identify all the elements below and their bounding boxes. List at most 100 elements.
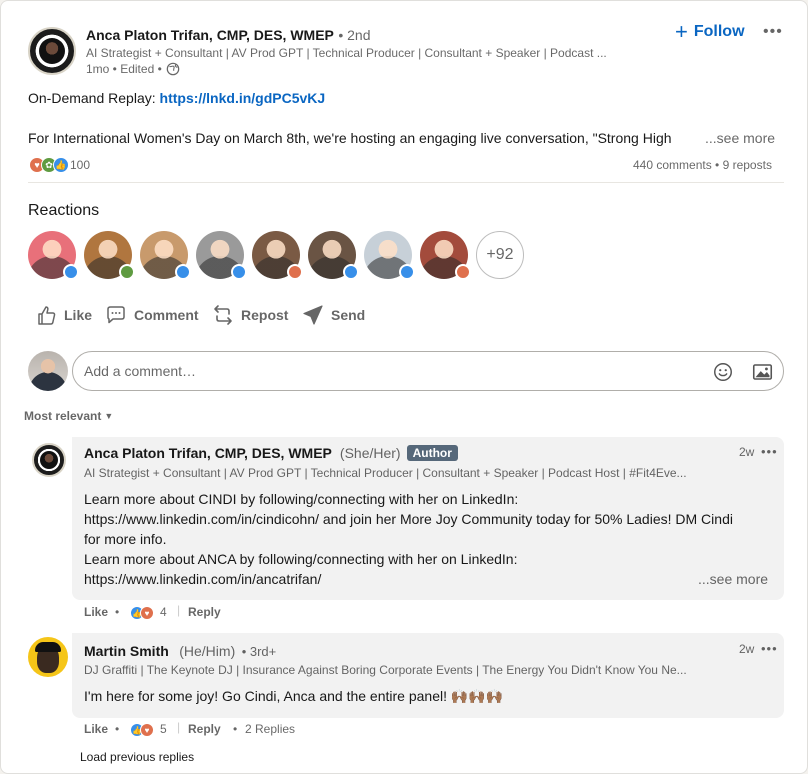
post-menu-icon[interactable]: ••• <box>763 23 783 41</box>
comment-reply-button[interactable]: Reply <box>188 605 221 619</box>
see-more-link[interactable]: ...see more <box>705 128 775 148</box>
separator: | <box>177 720 181 734</box>
author-headline: AI Strategist + Consultant | AV Prod GPT… <box>86 46 607 60</box>
send-icon <box>303 305 323 325</box>
reactor-7-avatar[interactable] <box>364 231 415 280</box>
comment-headline: AI Strategist + Consultant | AV Prod GPT… <box>84 466 687 480</box>
comment-label: Comment <box>134 307 199 323</box>
comment-text: Learn more about CINDI by following/conn… <box>84 489 774 589</box>
comment-pronouns: (She/Her) <box>339 445 401 461</box>
reaction-badge-icon <box>399 264 415 280</box>
comment-input[interactable]: Add a comment… <box>72 351 784 391</box>
comment-headline: DJ Graffiti | The Keynote DJ | Insurance… <box>84 663 687 677</box>
thumbs-up-icon <box>38 306 56 325</box>
reaction-badge-icon <box>455 264 471 280</box>
divider <box>28 182 784 183</box>
connection-degree: • 3rd+ <box>241 644 277 659</box>
replay-line: On-Demand Replay: https://lnkd.in/gdPC5v… <box>28 88 325 108</box>
comment-time: 2w <box>739 445 755 459</box>
reposts-count[interactable]: • 9 reposts <box>715 158 772 172</box>
reactor-1-avatar[interactable] <box>28 231 79 280</box>
repost-button[interactable]: Repost <box>211 303 288 327</box>
comment-reaction-icons[interactable]: 👍 ♥ <box>130 606 154 620</box>
comment-menu-icon[interactable]: ••• <box>761 444 778 459</box>
comment-author-name[interactable]: Anca Platon Trifan, CMP, DES, WMEP <box>84 445 332 461</box>
replies-count-link[interactable]: 2 Replies <box>245 722 295 736</box>
repost-icon <box>214 305 232 325</box>
reactor-4-avatar[interactable] <box>196 231 247 280</box>
comment-reaction-icons[interactable]: 👍 ♥ <box>130 723 154 737</box>
love-icon: ♥ <box>140 723 154 737</box>
comment-reply-button[interactable]: Reply <box>188 722 221 736</box>
post-time: 1mo • Edited • <box>86 62 162 76</box>
sort-dropdown[interactable]: Most relevant ▼ <box>24 409 113 423</box>
post-card: Anca Platon Trifan, CMP, DES, WMEP • 2nd… <box>0 0 808 774</box>
reaction-badge-icon <box>287 264 303 280</box>
avatar-photo <box>40 451 58 469</box>
follow-button[interactable]: + Follow <box>675 21 745 43</box>
comment-avatar[interactable] <box>32 443 66 477</box>
reaction-badge-icon <box>343 264 359 280</box>
post-meta: 1mo • Edited • <box>86 62 180 76</box>
like-button[interactable]: Like <box>34 303 92 327</box>
comment-icon <box>107 306 125 324</box>
reaction-badge-icon <box>175 264 191 280</box>
love-icon: ♥ <box>140 606 154 620</box>
emoji-icon[interactable] <box>712 361 734 383</box>
reactor-2-avatar[interactable] <box>84 231 135 280</box>
comment-line: https://www.linkedin.com/in/cindicohn/ a… <box>84 511 733 527</box>
author-name[interactable]: Anca Platon Trifan, CMP, DES, WMEP <box>86 27 334 43</box>
replay-link[interactable]: https://lnkd.in/gdPC5vKJ <box>160 90 326 106</box>
sort-label: Most relevant <box>24 409 102 423</box>
follow-label: Follow <box>693 23 745 40</box>
comment-menu-icon[interactable]: ••• <box>761 641 778 656</box>
comment-line: for more info. <box>84 531 167 547</box>
like-icon: 👍 <box>53 157 69 173</box>
globe-icon <box>166 62 180 76</box>
comment-button[interactable]: Comment <box>104 303 199 327</box>
repost-label: Repost <box>241 307 289 323</box>
avatar-photo <box>39 38 65 64</box>
reaction-badge-icon <box>119 264 135 280</box>
author-line: Anca Platon Trifan, CMP, DES, WMEP • 2nd <box>86 27 371 45</box>
reactor-3-avatar[interactable] <box>140 231 191 280</box>
comment-time: 2w <box>739 642 755 656</box>
reaction-badge-icon <box>231 264 247 280</box>
comment-like-button[interactable]: Like <box>84 722 108 736</box>
engagement-counts: 440 comments • 9 reposts <box>633 158 772 172</box>
author-badge: Author <box>406 445 458 461</box>
comment-like-button[interactable]: Like <box>84 605 108 619</box>
send-button[interactable]: Send <box>301 303 365 327</box>
comments-count[interactable]: 440 comments <box>633 158 712 172</box>
like-label: Like <box>64 307 93 323</box>
separator: • <box>115 722 120 736</box>
comment-author-name[interactable]: Martin Smith <box>84 643 169 659</box>
reactor-5-avatar[interactable] <box>252 231 303 280</box>
comment-line: Learn more about CINDI by following/conn… <box>84 491 519 507</box>
separator: | <box>177 603 181 617</box>
replay-prefix: On-Demand Replay: <box>28 90 160 106</box>
image-icon[interactable] <box>752 362 773 382</box>
separator: • <box>233 722 238 736</box>
reactor-8-avatar[interactable] <box>420 231 471 280</box>
connection-degree: • 2nd <box>338 27 371 43</box>
reactor-6-avatar[interactable] <box>308 231 359 280</box>
author-avatar[interactable] <box>28 27 76 75</box>
more-reactors-button[interactable]: +92 <box>476 231 524 279</box>
load-previous-replies[interactable]: Load previous replies <box>80 750 194 764</box>
comment-avatar[interactable] <box>28 637 68 677</box>
comment-text: I'm here for some joy! Go Cindi, Anca an… <box>84 688 504 704</box>
separator: • <box>115 605 120 619</box>
comment-reaction-count[interactable]: 4 <box>160 605 167 619</box>
avatar-cap <box>35 642 61 652</box>
comment-reaction-count[interactable]: 5 <box>160 722 167 736</box>
caret-down-icon: ▼ <box>104 411 114 421</box>
current-user-avatar[interactable] <box>28 351 68 391</box>
comment-line: Learn more about ANCA by following/conne… <box>84 551 518 567</box>
reaction-icons[interactable]: ♥ ✿ 👍 <box>29 157 69 173</box>
comment-see-more[interactable]: ...see more <box>698 569 768 589</box>
comment-placeholder: Add a comment… <box>84 363 197 379</box>
reaction-badge-icon <box>63 264 79 280</box>
send-label: Send <box>331 307 366 323</box>
reaction-count[interactable]: 100 <box>70 158 90 172</box>
